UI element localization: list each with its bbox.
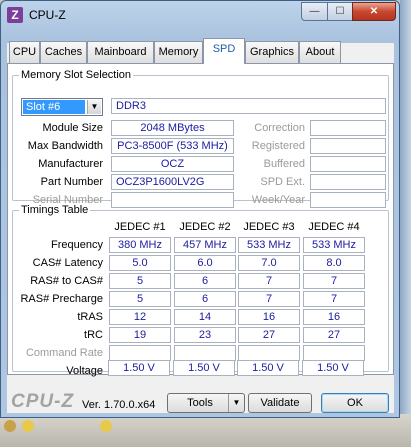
timing-cell <box>109 345 171 361</box>
ras-to-cas-label: RAS# to CAS# <box>30 275 103 287</box>
timing-cell: 5 <box>109 273 171 289</box>
timing-cell: 380 MHz <box>109 237 171 253</box>
ras-precharge-label: RAS# Precharge <box>20 293 103 305</box>
timing-cell: 23 <box>174 327 236 343</box>
timing-cell: 7.0 <box>238 255 300 271</box>
command-rate-label: Command Rate <box>25 347 103 359</box>
timing-cell <box>174 345 236 361</box>
part-number-label: Part Number <box>40 176 103 188</box>
tab-about[interactable]: About <box>299 41 341 63</box>
tab-memory[interactable]: Memory <box>154 41 203 63</box>
max-bandwidth-value: PC3-8500F (533 MHz) <box>111 138 234 154</box>
frequency-label: Frequency <box>51 239 103 251</box>
timing-cell: 7 <box>238 273 300 289</box>
manufacturer-label: Manufacturer <box>38 158 103 170</box>
maximize-button[interactable]: ☐ <box>327 2 353 21</box>
timing-cell: 5 <box>109 291 171 307</box>
trc-label: tRC <box>84 329 103 341</box>
timing-cell: 533 MHz <box>238 237 300 253</box>
desktop-icon-left <box>4 420 16 432</box>
title-bar[interactable]: Z CPU-Z — ☐ ✕ <box>1 1 399 31</box>
registered-value <box>310 138 386 154</box>
client-area: CPU Caches Mainboard Memory SPD Graphics… <box>7 38 394 413</box>
buffered-label: Buffered <box>263 158 305 170</box>
cpuz-window: Z CPU-Z — ☐ ✕ CPU Caches Mainboard Memor… <box>0 0 400 418</box>
column-header-jedec-1: JEDEC #1 <box>114 221 166 233</box>
cpuz-logo: CPU-Z <box>11 391 75 412</box>
timings-table-group: Timings Table JEDEC #1 JEDEC #2 JEDEC #3… <box>12 204 389 377</box>
timing-cell: 12 <box>109 309 171 325</box>
validate-button[interactable]: Validate <box>248 393 312 413</box>
timings-table-group-title: Timings Table <box>19 204 91 216</box>
version-label: Ver. 1.70.0.x64 <box>82 399 156 411</box>
manufacturer-value: OCZ <box>111 156 234 172</box>
timing-cell: 6 <box>174 291 236 307</box>
ok-button[interactable]: OK <box>321 393 389 413</box>
timing-cell: 7 <box>238 291 300 307</box>
minimize-button[interactable]: — <box>301 2 328 21</box>
tab-caches[interactable]: Caches <box>40 41 87 63</box>
desktop-background-strip <box>0 414 411 447</box>
timing-cell: 19 <box>109 327 171 343</box>
memory-slot-group: Memory Slot Selection Slot #6 ▼ DDR3 Mod… <box>12 69 389 208</box>
spd-ext-value <box>310 174 386 190</box>
timing-cell: 16 <box>238 309 300 325</box>
column-header-jedec-2: JEDEC #2 <box>179 221 231 233</box>
cas-latency-label: CAS# Latency <box>32 257 103 269</box>
tab-graphics[interactable]: Graphics <box>245 41 299 63</box>
timing-cell: 27 <box>238 327 300 343</box>
tools-button-label: Tools <box>187 397 213 409</box>
timing-cell: 1.50 V <box>108 360 170 376</box>
timing-cell: 457 MHz <box>174 237 236 253</box>
timing-cell <box>238 345 300 361</box>
voltage-label: Voltage <box>66 365 103 377</box>
desktop-icon-middle <box>22 420 34 432</box>
timing-cell: 14 <box>174 309 236 325</box>
timing-cell <box>303 345 365 361</box>
buffered-value <box>310 156 386 172</box>
cpuz-app-icon[interactable]: Z <box>7 7 23 23</box>
timing-cell: 1.50 V <box>237 360 299 376</box>
tools-button[interactable]: Tools ▼ <box>167 393 245 413</box>
desktop-icon-right <box>100 420 112 432</box>
chevron-down-icon[interactable]: ▼ <box>228 394 244 412</box>
tras-label: tRAS <box>77 311 103 323</box>
slot-select[interactable]: Slot #6 ▼ <box>21 98 103 116</box>
memory-slot-group-title: Memory Slot Selection <box>19 69 134 81</box>
column-header-jedec-3: JEDEC #3 <box>243 221 295 233</box>
module-size-label: Module Size <box>42 122 103 134</box>
close-button[interactable]: ✕ <box>352 2 396 21</box>
timing-cell: 8.0 <box>303 255 365 271</box>
adjacent-window-edge <box>400 0 411 414</box>
timing-cell: 533 MHz <box>303 237 365 253</box>
timing-cell: 7 <box>303 273 365 289</box>
timing-cell: 1.50 V <box>302 360 364 376</box>
timing-cell: 7 <box>303 291 365 307</box>
spd-tab-page: Memory Slot Selection Slot #6 ▼ DDR3 Mod… <box>7 63 394 377</box>
window-title: CPU-Z <box>29 8 66 22</box>
max-bandwidth-label: Max Bandwidth <box>27 140 103 152</box>
tab-spd[interactable]: SPD <box>203 38 245 64</box>
timing-cell: 6 <box>174 273 236 289</box>
column-header-jedec-4: JEDEC #4 <box>308 221 360 233</box>
chevron-down-icon[interactable]: ▼ <box>87 100 101 114</box>
timing-cell: 16 <box>303 309 365 325</box>
serial-number-value <box>111 192 234 208</box>
timing-cell: 5.0 <box>109 255 171 271</box>
registered-label: Registered <box>251 140 305 152</box>
tab-cpu[interactable]: CPU <box>9 41 40 63</box>
timing-cell: 1.50 V <box>173 360 235 376</box>
correction-label: Correction <box>254 122 305 134</box>
timing-cell: 27 <box>303 327 365 343</box>
tab-mainboard[interactable]: Mainboard <box>87 41 154 63</box>
part-number-value: OCZ3P1600LV2G <box>111 174 234 190</box>
memory-type-field: DDR3 <box>111 98 386 114</box>
correction-value <box>310 120 386 136</box>
slot-select-value: Slot #6 <box>23 100 85 114</box>
timing-cell: 6.0 <box>174 255 236 271</box>
spd-ext-label: SPD Ext. <box>260 176 305 188</box>
week-year-label: Week/Year <box>251 194 305 206</box>
week-year-value <box>310 192 386 208</box>
module-size-value: 2048 MBytes <box>111 120 234 136</box>
